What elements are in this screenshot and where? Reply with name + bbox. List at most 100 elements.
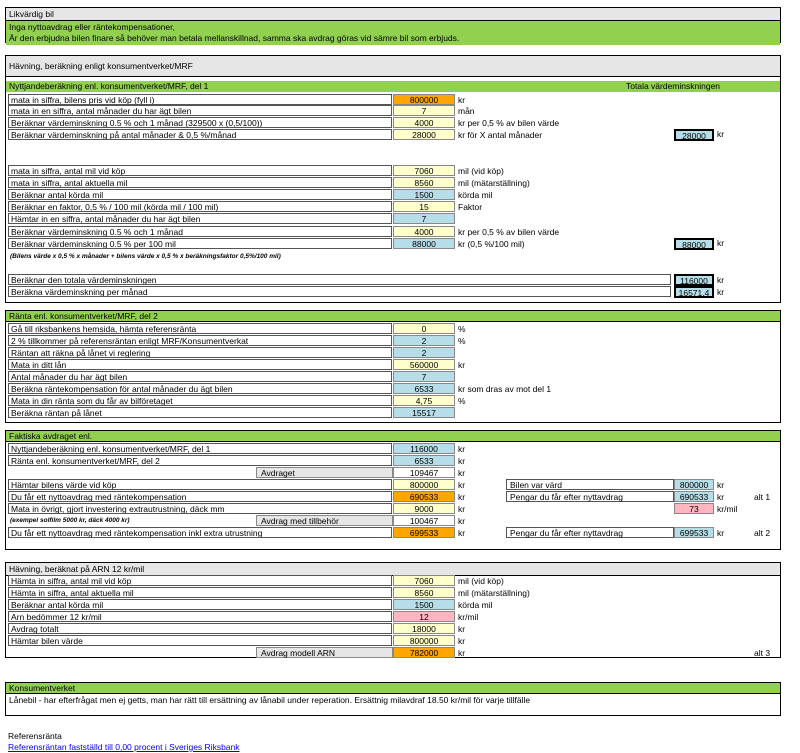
mrf-b-value[interactable]: 8560 bbox=[393, 177, 455, 188]
mrf-a-value[interactable]: 28000 bbox=[393, 129, 455, 140]
mrf-b-value[interactable]: 7060 bbox=[393, 165, 455, 176]
ranta-value[interactable]: 0 bbox=[393, 323, 455, 334]
mrf-b-value[interactable]: 4000 bbox=[393, 226, 455, 237]
ranta-value[interactable]: 7 bbox=[393, 371, 455, 382]
mrf-a-row: mata in en siffra, antal månader du har … bbox=[6, 105, 780, 117]
avdrag-del1-unit: kr bbox=[458, 444, 466, 454]
arn-last-label: Avdrag modell ARN bbox=[256, 647, 393, 658]
arn-label: Beräknar antal körda mil bbox=[8, 599, 392, 610]
ranta-unit: % bbox=[458, 324, 466, 334]
arn-value[interactable]: 18000 bbox=[393, 623, 455, 634]
total-label: Beräkna värdeminskning per månad bbox=[8, 286, 671, 297]
mrf-b-unit: kr per 0,5 % av bilen värde bbox=[458, 227, 560, 237]
mrf-a-unit: kr per 0,5 % av bilen värde bbox=[458, 118, 560, 128]
ranta-value[interactable]: 2 bbox=[393, 335, 455, 346]
arn-row: Beräknar antal körda mil 1500 körda mil bbox=[6, 599, 780, 611]
arn-value[interactable]: 1500 bbox=[393, 599, 455, 610]
arn-value[interactable]: 7060 bbox=[393, 575, 455, 586]
arn-alt-label: alt 3 bbox=[754, 648, 771, 658]
ranta-row: 2 % tillkommer på referensräntan enligt … bbox=[6, 335, 780, 347]
mrf-b-label: Beräknar en faktor, 0,5 % / 100 mil (kör… bbox=[8, 201, 392, 212]
total-label: Beräknar den totala värdeminskningen bbox=[8, 274, 671, 285]
arn-value[interactable]: 800000 bbox=[393, 635, 455, 646]
mrf-a-row: Beräknar värdeminskning på antal månader… bbox=[6, 129, 780, 141]
arn-row: Hämta in siffra, antal mil vid köp 7060 mi… bbox=[6, 575, 780, 587]
part1-title: Nyttjandeberäkning enl. konsumentverket/… bbox=[9, 81, 209, 91]
ranta-unit: % bbox=[458, 396, 466, 406]
mrf-b-unit: mil (mätarställning) bbox=[458, 178, 530, 188]
ranta-value[interactable]: 2 bbox=[393, 347, 455, 358]
mrf-a-unit: mån bbox=[458, 106, 475, 116]
arn-label: Hämta in siffra, antal mil vid köp bbox=[8, 575, 392, 586]
avdraget-value: 109467 bbox=[393, 467, 455, 478]
tillbehor-unit: kr bbox=[458, 516, 466, 526]
mrf-b-row: Beräknar värdeminskning 0.5 % och 1 måna… bbox=[6, 226, 780, 238]
right-unit: kr bbox=[717, 492, 725, 502]
referensranta-link[interactable]: Referensräntan fastställd till 0,00 proc… bbox=[8, 742, 240, 752]
ranta-row: Gå till riksbankens hemsida, hämta refer… bbox=[6, 323, 780, 335]
tillbehor-row: (exempel solfilm 5000 kr, däck 4000 kr) A… bbox=[6, 515, 780, 527]
mrf-a-unit: kr för X antal månader bbox=[458, 130, 543, 140]
mrf-b-label: Beräknar värdeminskning 0.5 % och 1 måna… bbox=[8, 226, 392, 237]
arn-unit: körda mil bbox=[458, 600, 493, 610]
mrf-b-label: mata in siffra, antal aktuella mil bbox=[8, 177, 392, 188]
right-value: 800000 bbox=[674, 479, 714, 490]
arn-value[interactable]: 12 bbox=[393, 611, 455, 622]
faktiska-title: Faktiska avdraget enl. bbox=[6, 431, 780, 442]
mrf-a-value[interactable]: 800000 bbox=[393, 94, 455, 105]
arn-last-row: Avdrag modell ARN 782000 kr alt 3 bbox=[6, 647, 780, 659]
likvardig-bil-panel: Likvärdig bil Inga nyttoavdrag eller rän… bbox=[5, 7, 781, 45]
likvardig-bil-body: Inga nyttoavdrag eller räntekompensation… bbox=[6, 21, 780, 45]
mrf-a-value[interactable]: 4000 bbox=[393, 117, 455, 128]
ranta-value[interactable]: 4,75 bbox=[393, 395, 455, 406]
mrf-b-row: mata in siffra, antal mil vid köp 7060 mil… bbox=[6, 165, 780, 177]
mrf-b-value[interactable]: 15 bbox=[393, 201, 455, 212]
likvardig-line-1: Inga nyttoavdrag eller räntekompensation… bbox=[9, 22, 175, 32]
arn-unit: kr bbox=[458, 624, 466, 634]
right-row: 73 kr/mil bbox=[6, 503, 780, 515]
right-row: Bilen var värd 800000 kr bbox=[6, 479, 780, 491]
arn-unit: kr/mil bbox=[458, 612, 479, 622]
arn-row: Arn bedömmer 12 kr/mil 12 kr/mil bbox=[6, 611, 780, 623]
likvardig-bil-title: Likvärdig bil bbox=[6, 8, 780, 21]
mrf-a-value[interactable]: 7 bbox=[393, 105, 455, 116]
mrf-b-label: mata in siffra, antal mil vid köp bbox=[8, 165, 392, 176]
right-value: 690533 bbox=[674, 491, 714, 502]
arn-value[interactable]: 8560 bbox=[393, 587, 455, 598]
ranta-row: Antal månader du har ägt bilen 7 bbox=[6, 371, 780, 383]
ranta-value[interactable]: 6533 bbox=[393, 383, 455, 394]
referensranta-label: Referensränta bbox=[8, 731, 62, 741]
mrf-b-value[interactable]: 88000 bbox=[393, 238, 455, 249]
ranta-row: Beräkna räntekompensation för antal måna… bbox=[6, 383, 780, 395]
ranta-label: Gå till riksbankens hemsida, hämta refer… bbox=[8, 323, 392, 334]
ranta-value[interactable]: 560000 bbox=[393, 359, 455, 370]
mrf-b-label: Beräknar värdeminskning 0.5 % per 100 mi… bbox=[8, 238, 392, 249]
mrf-b-unit: mil (vid köp) bbox=[458, 166, 504, 176]
avdrag-del2-row: Ränta enl. konsumentverket/MRF, del 2 653… bbox=[6, 455, 780, 467]
total-row: Beräknar den totala värdeminskningen 1160… bbox=[6, 274, 780, 286]
total-row: Beräkna värdeminskning per månad 16571,4 k… bbox=[6, 286, 780, 298]
right-row: Pengar du får efter nyttavdrag 690533 kr al… bbox=[6, 491, 780, 503]
konsumentverket-panel: Konsumentverket Lånebil - har efterfråga… bbox=[5, 682, 781, 716]
avdrag-del2-unit: kr bbox=[458, 456, 466, 466]
right-row: Pengar du får efter nyttavdrag 699533 kr al… bbox=[6, 527, 780, 539]
arn-label: Hämta in siffra, antal aktuella mil bbox=[8, 587, 392, 598]
mrf-b-value[interactable]: 1500 bbox=[393, 189, 455, 200]
ranta-value[interactable]: 15517 bbox=[393, 407, 455, 418]
total-value: 16571,4 bbox=[674, 286, 714, 298]
mrf-b-unit: kr (0,5 %/100 mil) bbox=[458, 239, 525, 249]
mrf-b-label: Beräknar antal körda mil bbox=[8, 189, 392, 200]
arn-last-unit: kr bbox=[458, 648, 466, 658]
right-value: 73 bbox=[674, 503, 714, 514]
right-unit: kr bbox=[717, 528, 725, 538]
right-unit: kr/mil bbox=[717, 504, 738, 514]
ranta-label: Räntan att räkna på lånet vi reglering bbox=[8, 347, 392, 358]
avdraget-label: Avdraget bbox=[256, 467, 393, 478]
mrf-b-value[interactable]: 7 bbox=[393, 213, 455, 224]
havning-mrf-title: Hävning, beräkning enligt konsumentverke… bbox=[6, 56, 780, 77]
konsumentverket-title: Konsumentverket bbox=[6, 683, 780, 694]
ranta-row: Mata in ditt lån 560000 kr bbox=[6, 359, 780, 371]
avdrag-del1-value[interactable]: 116000 bbox=[393, 443, 455, 454]
mrf-b-row: Hämtar in en siffra, antal månader du ha… bbox=[6, 213, 780, 225]
avdrag-del2-value[interactable]: 6533 bbox=[393, 455, 455, 466]
